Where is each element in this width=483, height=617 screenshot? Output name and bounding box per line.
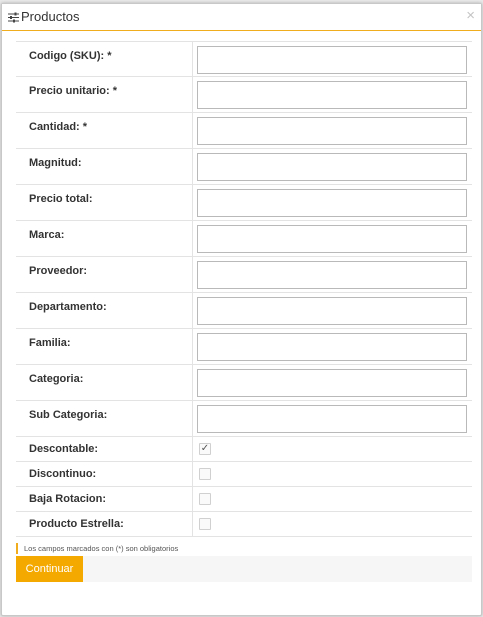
form-row-magnitud: Magnitud:	[16, 149, 472, 185]
field-label: Codigo (SKU): *	[16, 42, 193, 76]
field-label: Magnitud:	[16, 149, 193, 184]
field-label: Familia:	[16, 329, 193, 364]
field-label: Proveedor:	[16, 257, 193, 292]
dialog-footer	[16, 556, 472, 582]
field-label: Cantidad: *	[16, 113, 193, 148]
required-fields-note: Los campos marcados con (*) son obligato…	[16, 543, 178, 554]
form-row-proveedor: Proveedor:	[16, 257, 472, 293]
field-label: Marca:	[16, 221, 193, 256]
producto-estrella-checkbox[interactable]	[199, 518, 211, 530]
sub-categoria-input[interactable]	[197, 405, 467, 433]
form-row-sku: Codigo (SKU): *	[16, 41, 472, 77]
continue-button[interactable]: Continuar	[16, 556, 83, 582]
field-label: Sub Categoria:	[16, 401, 193, 436]
checkbox-label: Baja Rotacion:	[16, 487, 193, 511]
close-button[interactable]: ×	[466, 8, 475, 23]
cantidad-input[interactable]	[197, 117, 467, 145]
form-row-familia: Familia:	[16, 329, 472, 365]
field-label: Precio unitario: *	[16, 77, 193, 112]
form-row-descontable: Descontable: ✓	[16, 437, 472, 462]
form-row-discontinuo: Discontinuo:	[16, 462, 472, 487]
dialog-title: Productos	[21, 9, 80, 24]
dialog-titlebar: Productos ×	[2, 4, 481, 31]
form-row-precio-unitario: Precio unitario: *	[16, 77, 472, 113]
productos-dialog: Productos × Codigo (SKU): * Precio unita…	[1, 3, 482, 616]
categoria-input[interactable]	[197, 369, 467, 397]
form-row-cantidad: Cantidad: *	[16, 113, 472, 149]
form-row-baja-rotacion: Baja Rotacion:	[16, 487, 472, 512]
form-row-precio-total: Precio total:	[16, 185, 472, 221]
product-form: Codigo (SKU): * Precio unitario: * Canti…	[16, 41, 472, 537]
form-row-marca: Marca:	[16, 221, 472, 257]
baja-rotacion-checkbox[interactable]	[199, 493, 211, 505]
precio-total-input[interactable]	[197, 189, 467, 217]
field-label: Categoria:	[16, 365, 193, 400]
marca-input[interactable]	[197, 225, 467, 253]
field-label: Departamento:	[16, 293, 193, 328]
departamento-input[interactable]	[197, 297, 467, 325]
form-row-producto-estrella: Producto Estrella:	[16, 512, 472, 537]
checkbox-label: Discontinuo:	[16, 462, 193, 486]
precio-unitario-input[interactable]	[197, 81, 467, 109]
familia-input[interactable]	[197, 333, 467, 361]
field-label: Precio total:	[16, 185, 193, 220]
form-row-sub-categoria: Sub Categoria:	[16, 401, 472, 437]
sku-input[interactable]	[197, 46, 467, 74]
proveedor-input[interactable]	[197, 261, 467, 289]
form-row-departamento: Departamento:	[16, 293, 472, 329]
checkbox-label: Producto Estrella:	[16, 512, 193, 536]
descontable-checkbox[interactable]: ✓	[199, 443, 211, 455]
magnitud-input[interactable]	[197, 153, 467, 181]
sliders-icon	[8, 12, 19, 23]
form-row-categoria: Categoria:	[16, 365, 472, 401]
checkbox-label: Descontable:	[16, 437, 193, 461]
discontinuo-checkbox[interactable]	[199, 468, 211, 480]
